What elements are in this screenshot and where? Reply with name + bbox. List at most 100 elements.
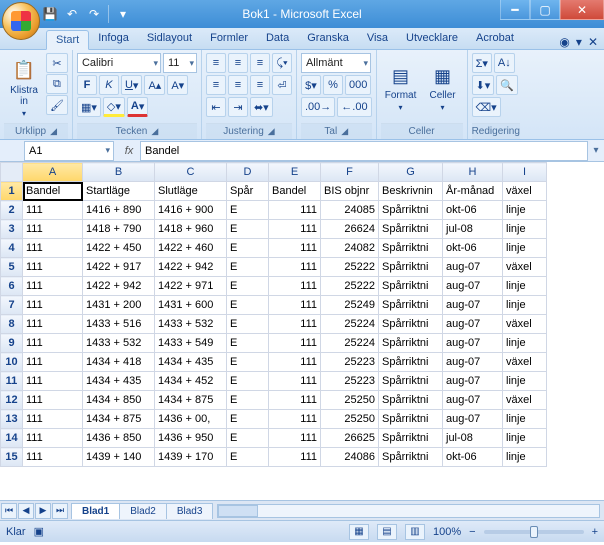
cell[interactable]: 1434 + 850 [83, 391, 155, 410]
cell[interactable]: 111 [269, 448, 321, 467]
decrease-decimal-button[interactable]: ←.00 [337, 97, 371, 117]
expand-formula-bar-icon[interactable]: ▾ [588, 145, 604, 156]
sheet-tab-blad2[interactable]: Blad2 [119, 503, 167, 519]
cell[interactable]: 25222 [321, 258, 379, 277]
cell[interactable]: 24085 [321, 201, 379, 220]
cell[interactable]: 111 [269, 277, 321, 296]
cell[interactable]: 26624 [321, 220, 379, 239]
col-header-I[interactable]: I [503, 163, 547, 182]
align-middle-button[interactable]: ≡ [228, 53, 248, 73]
formula-input[interactable]: Bandel [140, 141, 588, 161]
align-right-button[interactable]: ≡ [250, 75, 270, 95]
cell[interactable]: Spårriktni [379, 296, 443, 315]
bold-button[interactable]: F [77, 75, 97, 95]
merge-button[interactable]: ⬌▾ [250, 97, 273, 117]
cell[interactable]: Beskrivnin [379, 182, 443, 201]
cell[interactable]: 1431 + 600 [155, 296, 227, 315]
cell[interactable]: 1431 + 200 [83, 296, 155, 315]
cell[interactable]: 1422 + 942 [83, 277, 155, 296]
cell[interactable]: E [227, 220, 269, 239]
increase-indent-button[interactable]: ⇥ [228, 97, 248, 117]
cell[interactable]: 111 [269, 296, 321, 315]
cell[interactable]: Spårriktni [379, 448, 443, 467]
number-format-combo[interactable]: Allmänt [301, 53, 371, 73]
cell[interactable]: 111 [269, 220, 321, 239]
italic-button[interactable]: K [99, 75, 119, 95]
cell[interactable]: E [227, 353, 269, 372]
cell[interactable]: Spår [227, 182, 269, 201]
cell[interactable]: 25224 [321, 315, 379, 334]
shrink-font-button[interactable]: A▾ [167, 75, 188, 95]
cell[interactable]: E [227, 315, 269, 334]
col-header-H[interactable]: H [443, 163, 503, 182]
row-header-5[interactable]: 5 [1, 258, 23, 277]
align-left-button[interactable]: ≡ [206, 75, 226, 95]
cell[interactable]: linje [503, 296, 547, 315]
col-header-G[interactable]: G [379, 163, 443, 182]
tab-data[interactable]: Data [257, 29, 298, 49]
row-header-9[interactable]: 9 [1, 334, 23, 353]
cell[interactable]: E [227, 372, 269, 391]
cell[interactable]: E [227, 410, 269, 429]
cell[interactable]: linje [503, 277, 547, 296]
cell[interactable]: 111 [269, 258, 321, 277]
cell[interactable]: 111 [269, 334, 321, 353]
cell[interactable]: okt-06 [443, 239, 503, 258]
cell[interactable]: Spårriktni [379, 277, 443, 296]
cell[interactable]: växel [503, 353, 547, 372]
cell[interactable]: 24086 [321, 448, 379, 467]
cell[interactable]: 111 [23, 391, 83, 410]
cell[interactable]: 111 [23, 296, 83, 315]
underline-button[interactable]: U▾ [121, 75, 142, 95]
cell[interactable]: 1436 + 850 [83, 429, 155, 448]
borders-button[interactable]: ▦▾ [77, 97, 101, 117]
cell[interactable]: 1422 + 971 [155, 277, 227, 296]
cell[interactable]: E [227, 448, 269, 467]
cell[interactable]: 111 [23, 429, 83, 448]
cell[interactable]: 25223 [321, 353, 379, 372]
cell[interactable]: 111 [269, 429, 321, 448]
cell[interactable]: aug-07 [443, 353, 503, 372]
cell[interactable]: 1418 + 790 [83, 220, 155, 239]
row-header-8[interactable]: 8 [1, 315, 23, 334]
cell[interactable]: Spårriktni [379, 258, 443, 277]
cell[interactable]: jul-08 [443, 429, 503, 448]
cell[interactable]: Startläge [83, 182, 155, 201]
app-close-icon[interactable]: ✕ [588, 35, 598, 49]
page-layout-view-button[interactable]: ▤ [377, 524, 397, 540]
cell[interactable]: linje [503, 372, 547, 391]
increase-decimal-button[interactable]: .00→ [301, 97, 335, 117]
tab-granska[interactable]: Granska [298, 29, 358, 49]
align-bottom-button[interactable]: ≡ [250, 53, 270, 73]
row-header-11[interactable]: 11 [1, 372, 23, 391]
cell[interactable]: E [227, 429, 269, 448]
cell[interactable]: Slutläge [155, 182, 227, 201]
tab-acrobat[interactable]: Acrobat [467, 29, 523, 49]
col-header-B[interactable]: B [83, 163, 155, 182]
col-header-D[interactable]: D [227, 163, 269, 182]
cell[interactable]: jul-08 [443, 220, 503, 239]
cell[interactable]: linje [503, 334, 547, 353]
cell[interactable]: 1434 + 435 [83, 372, 155, 391]
cell[interactable]: 1434 + 435 [155, 353, 227, 372]
cell[interactable]: 1416 + 890 [83, 201, 155, 220]
minimize-button[interactable]: ━ [500, 0, 530, 20]
cell[interactable]: 111 [23, 277, 83, 296]
row-header-6[interactable]: 6 [1, 277, 23, 296]
cell[interactable]: okt-06 [443, 201, 503, 220]
cell[interactable]: Spårriktni [379, 391, 443, 410]
cell[interactable]: 111 [269, 353, 321, 372]
font-name-combo[interactable]: Calibri [77, 53, 161, 73]
save-icon[interactable]: 💾 [42, 6, 58, 22]
cell[interactable]: aug-07 [443, 372, 503, 391]
zoom-out-button[interactable]: − [469, 526, 475, 538]
cell[interactable]: linje [503, 410, 547, 429]
cell[interactable]: E [227, 201, 269, 220]
cell[interactable]: 1434 + 452 [155, 372, 227, 391]
cell[interactable]: 1433 + 532 [155, 315, 227, 334]
cell[interactable]: linje [503, 429, 547, 448]
cell[interactable]: okt-06 [443, 448, 503, 467]
cell[interactable]: 1422 + 942 [155, 258, 227, 277]
cell[interactable]: 1439 + 140 [83, 448, 155, 467]
align-top-button[interactable]: ≡ [206, 53, 226, 73]
